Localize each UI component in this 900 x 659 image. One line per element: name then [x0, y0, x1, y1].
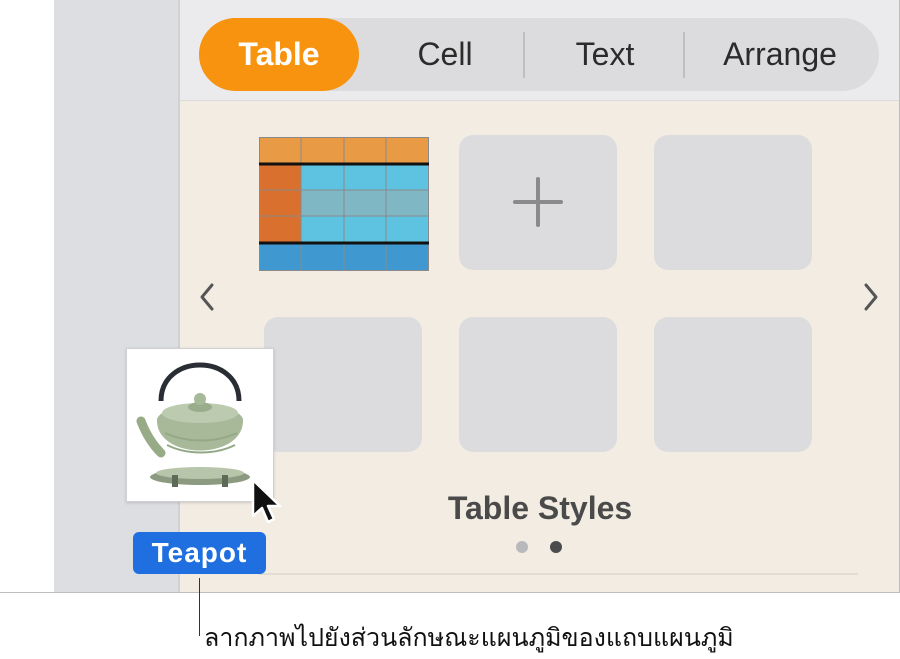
tab-cell[interactable]: Cell: [365, 18, 525, 91]
format-sidebar: Table Cell Text Arrange Table Styles: [180, 0, 899, 592]
table-style-slot[interactable]: [264, 317, 422, 452]
app-window: Table Cell Text Arrange Table Styles Tea…: [0, 0, 900, 593]
previous-page-button[interactable]: [192, 275, 222, 319]
tab-text[interactable]: Text: [525, 18, 685, 91]
page-indicator-dot[interactable]: [516, 541, 528, 553]
table-style-slot[interactable]: [459, 317, 617, 452]
table-style-slot[interactable]: [654, 135, 812, 270]
callout-text: ลากภาพไปยังส่วนลักษณะแผนภูมิของแถบแผนภูม…: [204, 624, 734, 652]
page-indicator-dot-active[interactable]: [550, 541, 562, 553]
document-canvas: [0, 0, 54, 592]
table-style-thumbnail[interactable]: [259, 137, 429, 271]
next-page-button[interactable]: [856, 275, 886, 319]
chevron-left-icon: [200, 283, 214, 311]
tab-table[interactable]: Table: [199, 18, 359, 91]
table-style-slot[interactable]: [654, 317, 812, 452]
callout-line: [199, 578, 200, 636]
tab-bar: Table Cell Text Arrange: [199, 18, 879, 91]
section-title: Table Styles: [447, 490, 633, 526]
canvas-margin: [54, 0, 178, 592]
drag-label: Teapot: [133, 532, 266, 574]
plus-icon: [513, 177, 563, 227]
tab-header: Table Cell Text Arrange: [180, 0, 899, 101]
add-table-style-button[interactable]: [459, 135, 617, 270]
tab-arrange[interactable]: Arrange: [685, 18, 875, 91]
chevron-right-icon: [864, 283, 878, 311]
mouse-pointer-icon: [251, 478, 282, 524]
divider: [258, 573, 858, 575]
